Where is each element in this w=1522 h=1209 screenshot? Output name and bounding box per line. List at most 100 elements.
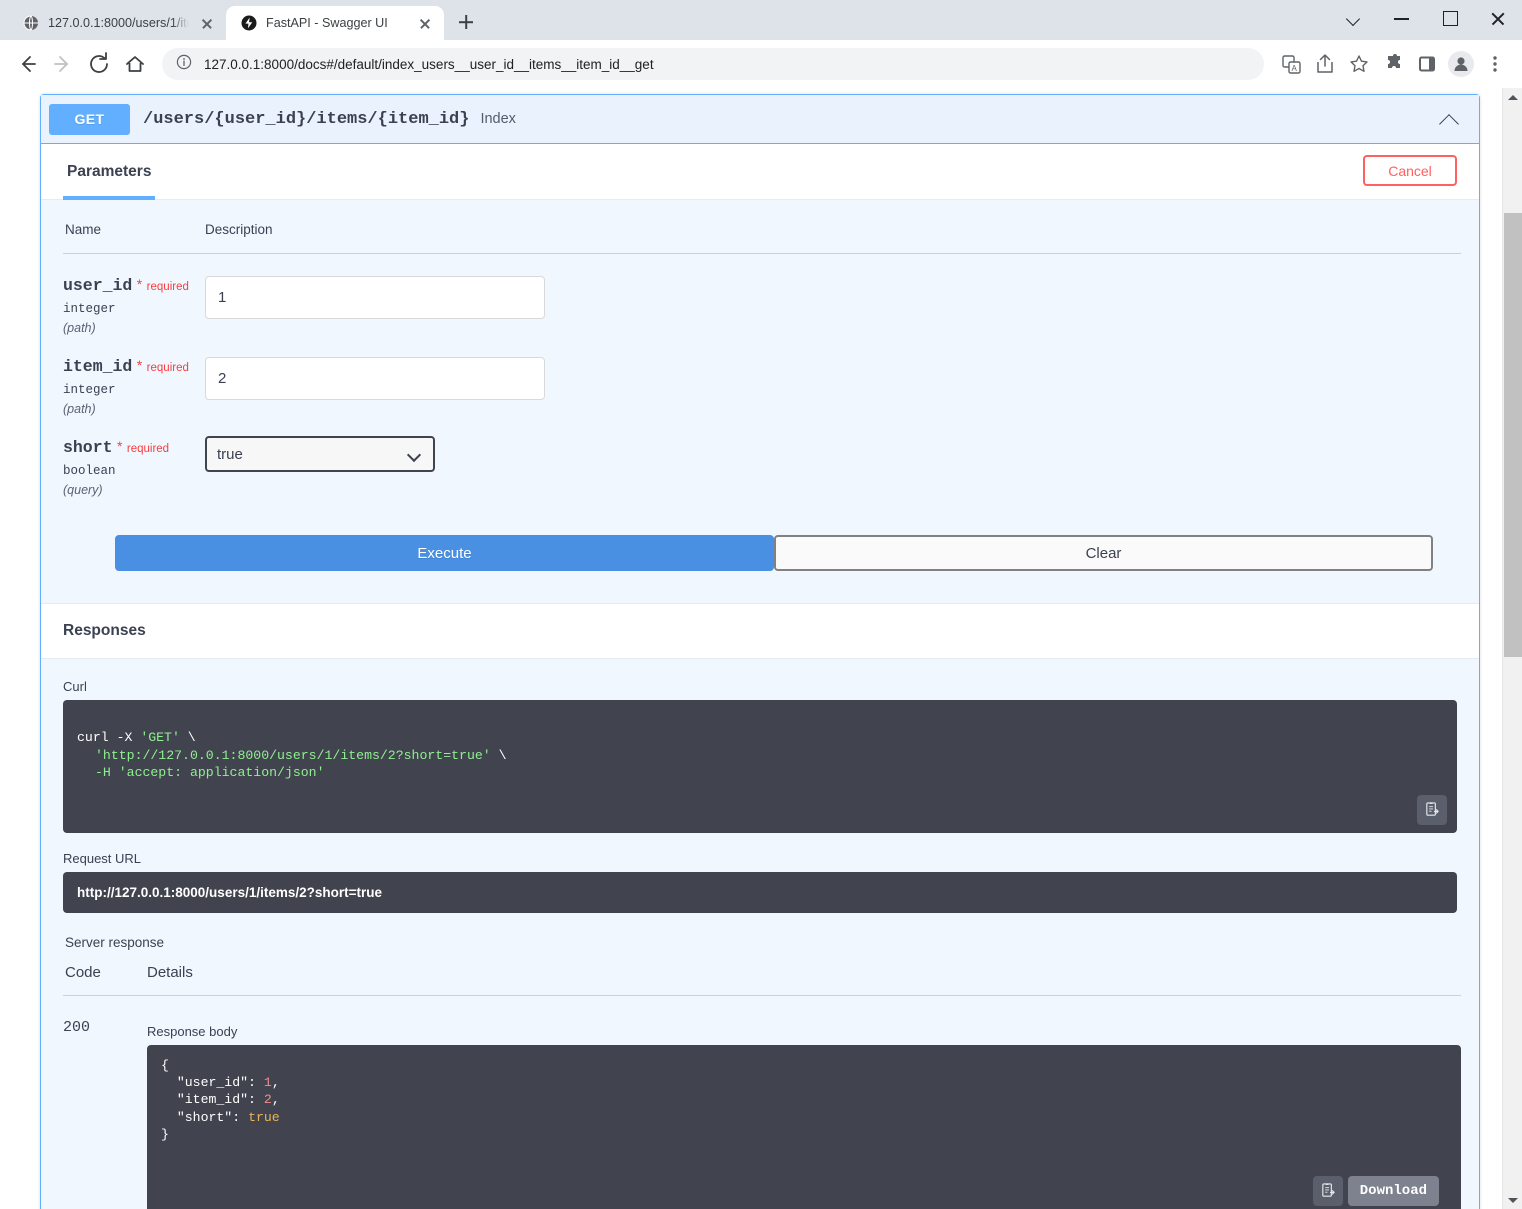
param-type: boolean [63, 464, 116, 478]
toolbar-icons: A [1274, 47, 1512, 81]
required-label: required [146, 281, 189, 293]
curl-code-block: curl -X 'GET' \ 'http://127.0.0.1:8000/u… [63, 700, 1457, 833]
info-circle-icon[interactable] [176, 54, 192, 75]
action-buttons-row: Execute Clear [41, 497, 1479, 603]
response-body-label: Response body [147, 1023, 238, 1039]
resp-val-user-id: 1 [263, 1074, 272, 1090]
resp-key-item-id: "item_id": [176, 1092, 256, 1108]
param-cell-name: item_id * required integer (path) [63, 335, 205, 416]
short-select[interactable]: true [205, 436, 435, 472]
param-cell-name: user_id * required integer (path) [63, 254, 205, 335]
scroll-down-arrow-icon[interactable] [1503, 1191, 1522, 1209]
reload-icon[interactable] [82, 47, 116, 81]
bookmark-star-icon[interactable] [1342, 47, 1376, 81]
swagger-ui-page: GET /users/{user_id}/items/{item_id} Ind… [0, 88, 1502, 1209]
required-label: required [126, 443, 170, 455]
param-cell-control [205, 254, 1461, 336]
http-method-badge: GET [49, 103, 130, 135]
param-cell-name: short * required boolean (query) [63, 416, 205, 497]
parameters-table-header-row: Name Description [63, 222, 1461, 254]
response-details-cell: Response body { "user_id": 1, "item_id":… [147, 995, 1461, 1209]
request-url-label: Request URL [63, 850, 142, 866]
clear-button[interactable]: Clear [774, 535, 1433, 571]
param-type: integer [63, 302, 116, 316]
tab-strip: 127.0.0.1:8000/users/1/items/2? FastAPI … [0, 0, 1522, 40]
responses-area: Curl curl -X 'GET' \ 'http://127.0.0.1:8… [41, 659, 1479, 1209]
col-header-name: Name [63, 222, 205, 254]
kebab-menu-icon[interactable] [1478, 47, 1512, 81]
side-panel-icon[interactable] [1410, 47, 1444, 81]
copy-response-button[interactable] [1313, 1175, 1343, 1206]
response-body-block: { "user_id": 1, "item_id": 2, "short": t… [147, 1044, 1461, 1209]
required-star-icon: * [136, 357, 143, 373]
new-tab-button[interactable] [451, 7, 481, 37]
scroll-up-arrow-icon[interactable] [1503, 88, 1522, 106]
tab-parameters[interactable]: Parameters [63, 144, 156, 200]
window-controls [1330, 0, 1522, 36]
copy-to-clipboard-icon [1425, 802, 1439, 816]
curl-label: Curl [63, 679, 87, 694]
close-icon[interactable] [416, 14, 434, 32]
operation-body: Parameters Cancel Name Description user_… [41, 144, 1479, 1209]
curl-line-2-url: 'http://127.0.0.1:8000/users/1/items/2?s… [95, 747, 491, 763]
resp-val-short: true [248, 1109, 280, 1125]
operation-summary-header[interactable]: GET /users/{user_id}/items/{item_id} Ind… [41, 95, 1479, 144]
param-type: integer [63, 383, 116, 397]
tab-search-chevron-down-icon[interactable] [1330, 0, 1378, 36]
back-arrow-icon[interactable] [10, 47, 44, 81]
parameters-table: Name Description user_id * required inte… [63, 222, 1461, 497]
responses-title: Responses [63, 622, 146, 639]
page-scrollbar[interactable] [1502, 88, 1522, 1209]
fastapi-icon [240, 15, 257, 32]
status-code: 200 [63, 1018, 91, 1036]
close-icon[interactable] [198, 14, 216, 32]
curl-line-3-header: -H 'accept: application/json' [95, 765, 325, 781]
param-location: (query) [63, 483, 103, 497]
minimize-button[interactable] [1378, 0, 1426, 36]
response-code-cell: 200 [63, 995, 147, 1209]
curl-line-1-cmd: curl -X [77, 730, 141, 746]
col-header-description: Description [205, 222, 1461, 254]
copy-curl-button[interactable] [1417, 794, 1447, 825]
close-window-button[interactable] [1474, 0, 1522, 36]
extensions-puzzle-icon[interactable] [1376, 47, 1410, 81]
globe-icon [22, 15, 39, 32]
required-star-icon: * [116, 438, 123, 454]
svg-text:A: A [1292, 64, 1298, 73]
parameters-area: Name Description user_id * required inte… [41, 200, 1479, 497]
user-id-input[interactable] [205, 276, 545, 319]
copy-to-clipboard-icon [1321, 1183, 1335, 1198]
operation-summary-text: Index [480, 111, 516, 127]
browser-toolbar: 127.0.0.1:8000/docs#/default/index_users… [0, 40, 1522, 88]
param-cell-control [205, 335, 1461, 416]
profile-avatar-icon[interactable] [1444, 47, 1478, 81]
param-name-short: short [63, 438, 113, 457]
chevron-down-icon [406, 447, 422, 463]
forward-arrow-icon [46, 47, 80, 81]
browser-tab-2[interactable]: FastAPI - Swagger UI [226, 6, 444, 40]
share-icon[interactable] [1308, 47, 1342, 81]
server-response-label: Server response [65, 934, 165, 950]
cancel-button[interactable]: Cancel [1363, 155, 1457, 186]
browser-tab-2-title: FastAPI - Swagger UI [266, 16, 388, 30]
browser-tab-1-title: 127.0.0.1:8000/users/1/items/2? [48, 16, 189, 30]
translate-icon[interactable]: A [1274, 47, 1308, 81]
scrollbar-thumb[interactable] [1504, 213, 1522, 657]
maximize-button[interactable] [1426, 0, 1474, 36]
execute-button[interactable]: Execute [115, 535, 774, 571]
response-table-header-row: Code Details [63, 963, 1461, 996]
resp-key-short: "short": [176, 1109, 241, 1125]
chevron-up-icon[interactable] [1439, 109, 1461, 131]
item-id-input[interactable] [205, 357, 545, 400]
page-viewport: GET /users/{user_id}/items/{item_id} Ind… [0, 88, 1522, 1209]
table-row: short * required boolean (query) true [63, 416, 1461, 497]
operation-path: /users/{user_id}/items/{item_id} [143, 109, 470, 129]
responses-section-header: Responses [41, 603, 1479, 659]
download-button[interactable]: Download [1347, 1175, 1439, 1206]
resp-key-user-id: "user_id": [176, 1074, 256, 1090]
request-url-block: http://127.0.0.1:8000/users/1/items/2?sh… [63, 871, 1457, 913]
browser-tab-1[interactable]: 127.0.0.1:8000/users/1/items/2? [8, 6, 226, 40]
address-bar[interactable]: 127.0.0.1:8000/docs#/default/index_users… [162, 48, 1264, 80]
col-header-details: Details [147, 963, 1461, 996]
home-icon[interactable] [118, 47, 152, 81]
